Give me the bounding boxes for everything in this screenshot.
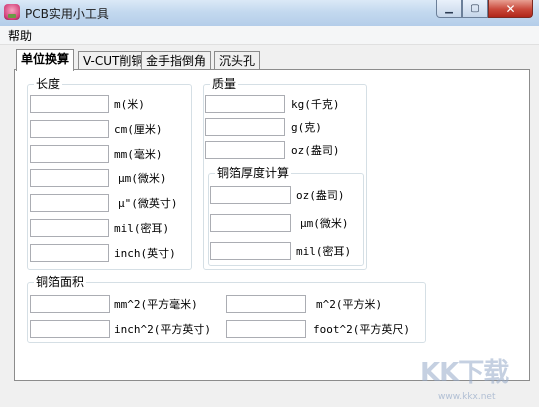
- app-icon: [4, 4, 20, 20]
- foil-mil-input[interactable]: [210, 242, 291, 260]
- area-inch2-label: inch^2(平方英寸): [114, 323, 211, 336]
- tab-gold-finger-bevel[interactable]: 金手指倒角: [141, 51, 212, 69]
- close-icon: ✕: [505, 1, 516, 16]
- window-controls: ▁ ▢ ✕: [436, 0, 533, 19]
- foil-um-input[interactable]: [210, 214, 291, 232]
- title-bar[interactable]: PCB实用小工具 ▁ ▢ ✕: [0, 0, 539, 27]
- length-microinch-input[interactable]: [30, 194, 109, 212]
- area-mm2-label: mm^2(平方毫米): [114, 298, 198, 311]
- foil-oz-input[interactable]: [210, 186, 291, 204]
- tab-unit-conversion[interactable]: 单位换算: [16, 49, 75, 71]
- watermark-logo: KK下载: [420, 358, 509, 388]
- tab-countersink[interactable]: 沉头孔: [214, 51, 261, 69]
- minimize-button[interactable]: ▁: [436, 0, 462, 18]
- length-m-input[interactable]: [30, 95, 109, 113]
- foil-thickness-group-label: 铜箔厚度计算: [215, 165, 292, 181]
- mass-group-label: 质量: [210, 76, 239, 92]
- foil-area-group-label: 铜箔面积: [34, 274, 87, 290]
- length-mm-input[interactable]: [30, 145, 109, 163]
- length-m-label: m(米): [114, 98, 145, 111]
- menu-help[interactable]: 帮助: [8, 27, 32, 44]
- length-mil-input[interactable]: [30, 219, 109, 237]
- watermark-url: www.kkx.net: [438, 392, 496, 402]
- length-inch-label: inch(英寸): [114, 247, 176, 260]
- unit-conversion-panel: 长度 m(米) cm(厘米) mm(毫米) μm(微米) μ"(微英寸) mil…: [14, 69, 530, 381]
- foil-oz-label: oz(盎司): [296, 189, 345, 202]
- tab-vcut[interactable]: V-CUT削铜: [78, 51, 149, 69]
- mass-kg-input[interactable]: [205, 95, 285, 113]
- foil-mil-label: mil(密耳): [296, 245, 352, 258]
- minimize-icon: ▁: [445, 3, 453, 14]
- maximize-icon: ▢: [470, 3, 480, 14]
- length-inch-input[interactable]: [30, 244, 109, 262]
- area-foot2-label: foot^2(平方英尺): [313, 323, 410, 336]
- mass-g-input[interactable]: [205, 118, 285, 136]
- area-inch2-input[interactable]: [30, 320, 110, 338]
- close-button[interactable]: ✕: [488, 0, 533, 18]
- length-cm-label: cm(厘米): [114, 123, 163, 136]
- maximize-button[interactable]: ▢: [462, 0, 488, 18]
- mass-kg-label: kg(千克): [291, 98, 340, 111]
- length-mm-label: mm(毫米): [114, 148, 163, 161]
- length-um-input[interactable]: [30, 169, 109, 187]
- length-group-label: 长度: [34, 76, 63, 92]
- mass-oz-input[interactable]: [205, 141, 285, 159]
- area-m2-label: m^2(平方米): [316, 298, 383, 311]
- menu-bar: 帮助: [0, 26, 539, 45]
- length-um-label: μm(微米): [118, 172, 167, 185]
- length-microinch-label: μ"(微英寸): [118, 197, 178, 210]
- length-cm-input[interactable]: [30, 120, 109, 138]
- length-mil-label: mil(密耳): [114, 222, 170, 235]
- mass-oz-label: oz(盎司): [291, 144, 340, 157]
- area-mm2-input[interactable]: [30, 295, 110, 313]
- mass-g-label: g(克): [291, 121, 322, 134]
- area-m2-input[interactable]: [226, 295, 306, 313]
- foil-um-label: μm(微米): [300, 217, 349, 230]
- window-title: PCB实用小工具: [25, 7, 109, 21]
- area-foot2-input[interactable]: [226, 320, 306, 338]
